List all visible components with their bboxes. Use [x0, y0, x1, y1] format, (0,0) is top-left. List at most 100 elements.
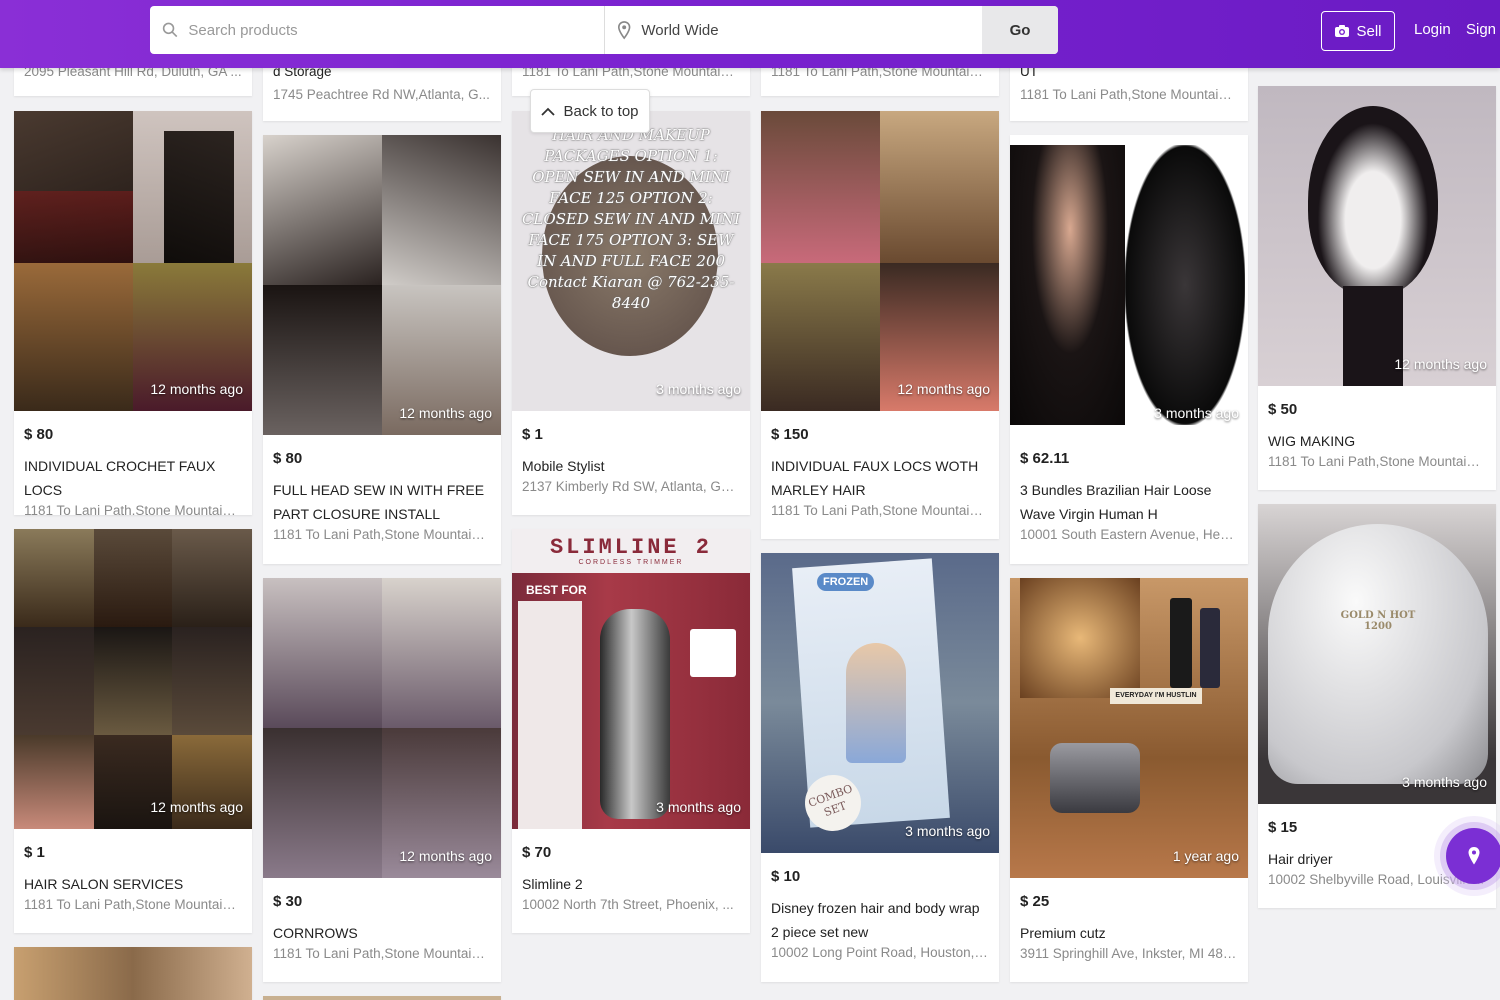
search-input[interactable] — [186, 20, 604, 40]
location-pin-icon — [1468, 847, 1480, 865]
listing-title: HAIR SALON SERVICES — [24, 876, 184, 892]
listing-location: 1745 Peachtree Rd NW,Atlanta, G... — [273, 87, 490, 102]
listing-card[interactable]: 12 months ago $ 1 HAIR SALON SERVICES 11… — [14, 529, 252, 933]
listing-image: GOLD N HOT 1200 3 months ago — [1258, 504, 1496, 804]
chevron-up-icon — [541, 107, 556, 116]
listing-card[interactable]: 12 months ago $ 150 INDIVIDUAL FAUX LOCS… — [761, 111, 999, 539]
listing-card[interactable]: EVERYDAY I'M HUSTLIN 1 year ago $ 25 Pre… — [1010, 578, 1248, 982]
top-header: Go Sell Login Sign up — [0, 0, 1500, 68]
listing-location: 10001 South Eastern Avenue, Hen... — [1020, 527, 1238, 542]
listing-image: 12 months ago — [761, 111, 999, 411]
listing-image: 12 months ago — [263, 135, 501, 435]
listing-location: 10002 Long Point Road, Houston, ... — [771, 945, 989, 960]
location-input[interactable] — [639, 20, 982, 40]
listing-price: $ 50 — [1268, 401, 1298, 418]
listing-age: 3 months ago — [656, 381, 741, 397]
listing-age: 12 months ago — [897, 381, 990, 397]
listing-image: 3 months ago — [1010, 135, 1248, 435]
listing-image — [14, 947, 252, 1000]
go-button[interactable]: Go — [982, 6, 1058, 54]
listing-price: $ 62.11 — [1020, 450, 1070, 467]
listing-image: SLIMLINE 2 CORDLESS TRIMMER BEST FOR 3 m… — [512, 529, 750, 829]
listing-title: INDIVIDUAL FAUX LOCS WOTH MARLEY HAIR — [771, 458, 979, 498]
product-best-for: BEST FOR — [526, 583, 587, 597]
map-location-button[interactable] — [1446, 828, 1500, 884]
listing-image — [263, 996, 501, 1000]
listing-location: 3911 Springhill Ave, Inkster, MI 481... — [1020, 946, 1238, 961]
listing-image: 12 months ago — [14, 529, 252, 829]
listing-image: 12 months ago — [14, 111, 252, 411]
back-to-top-button[interactable]: Back to top — [530, 89, 650, 133]
login-link[interactable]: Login — [1414, 21, 1451, 38]
listing-age: 12 months ago — [150, 381, 243, 397]
listing-title: Slimline 2 — [522, 876, 583, 892]
listing-card[interactable]: 12 months ago $ 50 WIG MAKING 1181 To La… — [1258, 86, 1496, 490]
search-icon — [162, 22, 178, 38]
product-brand: SLIMLINE 2 — [549, 535, 713, 560]
location-pin-icon — [617, 21, 631, 40]
listing-location: 1181 To Lani Path,Stone Mountain, ... — [24, 503, 242, 515]
signup-link[interactable]: Sign up — [1466, 21, 1500, 38]
listing-location: 1181 To Lani Path,Stone Mountain, ... — [1020, 87, 1245, 102]
listing-card[interactable]: FROZEN COMBO SET 3 months ago $ 10 Disne… — [761, 553, 999, 982]
listing-title: Mobile Stylist — [522, 458, 605, 474]
listing-card[interactable]: 12 months ago $ 80 FULL HEAD SEW IN WITH… — [263, 135, 501, 564]
listing-image: 12 months ago — [1258, 86, 1496, 386]
listing-title: WIG MAKING — [1268, 433, 1356, 449]
listing-price: $ 1 — [522, 426, 543, 443]
listing-image: EVERYDAY I'M HUSTLIN 1 year ago — [1010, 578, 1248, 878]
listing-age: 12 months ago — [150, 799, 243, 815]
listing-title: CORNROWS — [273, 925, 358, 941]
listing-age: 3 months ago — [1402, 774, 1487, 790]
listing-title: 3 Bundles Brazilian Hair Loose Wave Virg… — [1020, 482, 1212, 522]
listing-age: 12 months ago — [399, 848, 492, 864]
listing-price: $ 70 — [522, 844, 552, 861]
listing-image: 12 months ago — [263, 578, 501, 878]
frozen-label: FROZEN — [817, 573, 875, 591]
listing-price: $ 150 — [771, 426, 809, 443]
listing-card[interactable]: 12 months ago $ 80 INDIVIDUAL CROCHET FA… — [14, 111, 252, 515]
listing-location: 1181 To Lani Path,Stone Mountain, ... — [24, 897, 242, 912]
search-field-wrapper — [150, 6, 605, 54]
listing-image: FROZEN COMBO SET 3 months ago — [761, 553, 999, 853]
listing-price: $ 25 — [1020, 893, 1050, 910]
back-to-top-label: Back to top — [563, 102, 639, 120]
listing-age: 12 months ago — [399, 405, 492, 421]
listing-price: $ 80 — [24, 426, 54, 443]
listing-title: INDIVIDUAL CROCHET FAUX LOCS — [24, 458, 216, 498]
listing-image: HAIR AND MAKEUP PACKAGES OPTION 1: OPEN … — [512, 111, 750, 411]
listing-title: Premium cutz — [1020, 925, 1106, 941]
listing-card-partial[interactable] — [263, 996, 501, 1000]
listing-card[interactable]: 3 months ago $ 62.11 3 Bundles Brazilian… — [1010, 135, 1248, 564]
camera-icon — [1335, 25, 1350, 37]
listing-price: $ 1 — [24, 844, 45, 861]
listing-title: Disney frozen hair and body wrap 2 piece… — [771, 900, 980, 940]
listing-location: 1181 To Lani Path,Stone Mountain, ... — [273, 946, 491, 961]
listing-age: 12 months ago — [1394, 356, 1487, 372]
search-bar: Go — [150, 6, 1058, 54]
listing-location: 1181 To Lani Path,Stone Mountain, ... — [771, 503, 989, 518]
dryer-brand: GOLD N HOT 1200 — [1340, 610, 1416, 632]
location-field-wrapper — [605, 6, 982, 54]
sell-label: Sell — [1356, 22, 1382, 40]
listing-price: $ 10 — [771, 868, 801, 885]
listing-price: $ 30 — [273, 893, 303, 910]
flyer-text: HAIR AND MAKEUP PACKAGES OPTION 1: OPEN … — [521, 126, 741, 312]
listing-location: 10002 North 7th Street, Phoenix, ... — [522, 897, 734, 912]
listing-age: 3 months ago — [656, 799, 741, 815]
product-sub: CORDLESS TRIMMER — [578, 559, 684, 566]
listing-age: 3 months ago — [1154, 405, 1239, 421]
listing-location: 1181 To Lani Path,Stone Mountain, ... — [1268, 454, 1486, 469]
listing-location: 2137 Kimberly Rd SW, Atlanta, GA ... — [522, 479, 740, 494]
listing-title: FULL HEAD SEW IN WITH FREE PART CLOSURE … — [273, 482, 485, 522]
listing-card[interactable]: 12 months ago $ 30 CORNROWS 1181 To Lani… — [263, 578, 501, 982]
listing-card[interactable]: SLIMLINE 2 CORDLESS TRIMMER BEST FOR 3 m… — [512, 529, 750, 933]
listing-location: 1181 To Lani Path,Stone Mountain, ... — [273, 527, 491, 542]
listing-card[interactable]: HAIR AND MAKEUP PACKAGES OPTION 1: OPEN … — [512, 111, 750, 515]
listing-card-partial[interactable] — [14, 947, 252, 1000]
listing-price: $ 80 — [273, 450, 303, 467]
hustlin-sign: EVERYDAY I'M HUSTLIN — [1110, 688, 1202, 704]
listing-age: 3 months ago — [905, 823, 990, 839]
sell-button[interactable]: Sell — [1321, 11, 1395, 51]
listing-age: 1 year ago — [1172, 848, 1239, 864]
